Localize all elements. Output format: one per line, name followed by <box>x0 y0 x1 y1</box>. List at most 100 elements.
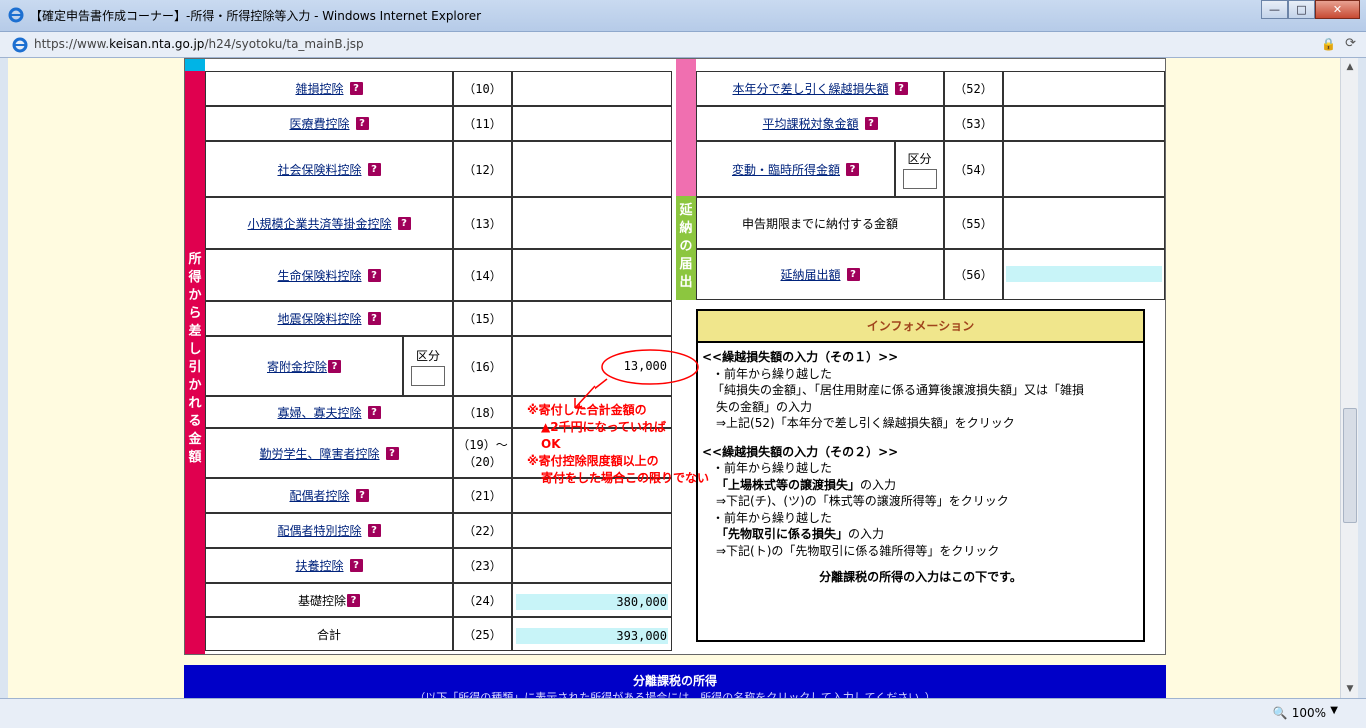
amount-cell[interactable] <box>1003 106 1165 141</box>
right-link[interactable]: 本年分で差し引く繰越損失額 <box>732 80 888 97</box>
info-s2-l4: ・前年から繰り越した <box>712 510 833 525</box>
amount-cell[interactable] <box>512 197 672 249</box>
amount-cell[interactable]: 380,000 <box>512 583 672 617</box>
url-text[interactable]: https://www.keisan.nta.go.jp/h24/syotoku… <box>34 37 364 51</box>
lock-icon[interactable]: 🔒 <box>1321 37 1336 51</box>
close-button[interactable]: ✕ <box>1315 0 1360 19</box>
amount-cell[interactable] <box>512 106 672 141</box>
scroll-down-icon[interactable]: ▼ <box>1341 680 1359 698</box>
top-blue-strip <box>185 59 205 71</box>
deduction-label-cell: 小規模企業共済等掛金控除? <box>205 197 453 249</box>
amount-cell[interactable] <box>512 141 672 197</box>
vertical-scrollbar[interactable]: ▲ ▼ <box>1340 58 1358 698</box>
deduction-link[interactable]: 配偶者特別控除 <box>277 522 361 539</box>
deduction-link[interactable]: 扶養控除 <box>295 557 343 574</box>
deductions-form: 所得から差し引かれる金額 雑損控除? （10） 医療費控除? （11） 社会保険料控除?… <box>184 58 1166 655</box>
amount-cell[interactable] <box>1003 71 1165 106</box>
deduction-link[interactable]: 寡婦、寡夫控除 <box>277 404 361 421</box>
deduction-label-cell: 社会保険料控除? <box>205 141 453 197</box>
line-number-cell: （25） <box>453 617 512 651</box>
help-icon[interactable]: ? <box>347 593 360 607</box>
deduction-label-cell: 扶養控除? <box>205 548 453 583</box>
amount-cell[interactable] <box>512 548 672 583</box>
help-icon[interactable]: ? <box>367 405 381 419</box>
maximize-button[interactable]: □ <box>1288 0 1315 19</box>
info-s2-l2: 「上場株式等の譲渡損失」の入力 <box>716 477 897 492</box>
amount-cell[interactable] <box>1003 249 1165 300</box>
line-number-cell: （12） <box>453 141 512 197</box>
deduction-label: 合計 <box>316 627 341 642</box>
info-s1-l1: ・前年から繰り越した <box>712 366 833 381</box>
info-footer: 分離課税の所得の入力はこの下です。 <box>819 570 1022 584</box>
info-s2-l6: ⇒下記(ト)の「先物取引に係る雑所得等」をクリック <box>716 543 1000 558</box>
help-icon[interactable]: ? <box>385 446 399 460</box>
help-icon[interactable]: ? <box>328 359 341 373</box>
help-icon[interactable]: ? <box>864 117 878 130</box>
help-icon[interactable]: ? <box>367 268 381 282</box>
refresh-icon[interactable]: ⟳ <box>1345 36 1356 51</box>
help-icon[interactable]: ? <box>367 312 381 325</box>
scroll-thumb[interactable] <box>1343 408 1357 523</box>
side-label-deductions: 所得から差し引かれる金額 <box>185 71 205 654</box>
window-title: 【確定申告書作成コーナー】-所得・所得控除等入力 - Windows Inter… <box>30 9 482 23</box>
line-number-cell: （54） <box>944 141 1003 197</box>
deduction-link[interactable]: 地震保険料控除 <box>277 310 361 327</box>
amount-cell[interactable] <box>512 301 672 336</box>
kubun-input[interactable] <box>411 365 445 386</box>
help-icon[interactable]: ? <box>846 268 860 281</box>
amount-cell[interactable]: 393,000 <box>512 617 672 651</box>
right-link[interactable]: 平均課税対象金額 <box>762 115 858 132</box>
right-label-cell: 延納届出額? <box>696 249 944 300</box>
right-link[interactable]: 変動・臨時所得金額 <box>732 161 840 178</box>
deduction-link[interactable]: 寄附金控除 <box>267 358 327 375</box>
amount-cell[interactable] <box>512 249 672 301</box>
annotation-note: ※寄付した合計金額の ▲2千円になっていれば OK ※寄付控除限度額以上の 寄付… <box>527 403 710 485</box>
deduction-link[interactable]: 生命保険料控除 <box>277 267 361 284</box>
deduction-label-cell: 合計 <box>205 617 453 651</box>
line-number-cell: （22） <box>453 513 512 548</box>
address-bar[interactable]: https://www.keisan.nta.go.jp/h24/syotoku… <box>0 32 1366 58</box>
deduction-link[interactable]: 小規模企業共済等掛金控除 <box>247 215 391 232</box>
help-icon[interactable]: ? <box>355 117 369 130</box>
information-panel: インフォメーション <<繰越損失額の入力（その１）>> ・前年から繰り越した 「… <box>696 309 1145 642</box>
zoom-dropdown-icon[interactable]: ▼ <box>1330 705 1338 716</box>
deduction-label-cell: 勤労学生、障害者控除? <box>205 428 453 478</box>
deduction-link[interactable]: 雑損控除 <box>295 80 343 97</box>
help-icon[interactable]: ? <box>367 162 381 176</box>
scroll-up-icon[interactable]: ▲ <box>1341 58 1359 76</box>
amount-cell[interactable] <box>1003 141 1165 197</box>
amount-cell[interactable] <box>512 513 672 548</box>
amount-cell[interactable] <box>512 71 672 106</box>
right-label: 申告期限までに納付する金額 <box>741 216 898 231</box>
deduction-link[interactable]: 勤労学生、障害者控除 <box>259 445 379 462</box>
help-icon[interactable]: ? <box>894 82 908 95</box>
help-icon[interactable]: ? <box>397 216 411 230</box>
deduction-link[interactable]: 医療費控除 <box>289 115 349 132</box>
zoom-level[interactable]: 🔍 100% <box>1273 706 1326 720</box>
line-number-cell: （21） <box>453 478 512 513</box>
help-icon[interactable]: ? <box>355 489 369 502</box>
info-s2-l5: 「先物取引に係る損失」の入力 <box>716 527 885 541</box>
help-icon[interactable]: ? <box>349 82 363 95</box>
amount-cell[interactable] <box>1003 197 1165 249</box>
line-number-cell: （19）〜 （20） <box>453 428 512 478</box>
minimize-button[interactable]: — <box>1261 0 1288 19</box>
deduction-link[interactable]: 社会保険料控除 <box>277 161 361 178</box>
deduction-link[interactable]: 配偶者控除 <box>289 487 349 504</box>
kubun-cell: 区分 <box>403 336 453 396</box>
help-icon[interactable]: ? <box>846 162 859 176</box>
line-number-cell: （24） <box>453 583 512 617</box>
window-titlebar: 【確定申告書作成コーナー】-所得・所得控除等入力 - Windows Inter… <box>0 0 1366 32</box>
annotation-callout <box>595 349 699 390</box>
kubun-input[interactable] <box>902 168 937 189</box>
kubun-label: 区分 <box>907 151 932 166</box>
help-icon[interactable]: ? <box>349 559 363 572</box>
right-link[interactable]: 延納届出額 <box>780 266 840 283</box>
help-icon[interactable]: ? <box>367 524 381 537</box>
amount-value: 393,000 <box>616 629 667 643</box>
info-s2-l3: ⇒下記(チ)、(ツ)の「株式等の譲渡所得等」をクリック <box>716 494 1009 508</box>
right-label-cell: 申告期限までに納付する金額 <box>696 197 944 249</box>
deduction-label-cell: 医療費控除? <box>205 106 453 141</box>
page-ie-icon <box>12 37 28 53</box>
right-label-cell: 平均課税対象金額? <box>696 106 944 141</box>
